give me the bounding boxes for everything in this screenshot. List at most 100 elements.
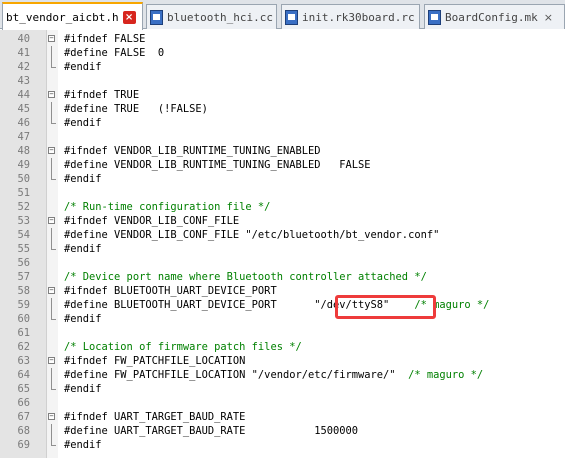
- code-text: /* Device port name where Bluetooth cont…: [64, 270, 427, 284]
- code-text: #endif: [64, 172, 102, 186]
- line-number: 61: [17, 327, 30, 339]
- code-text: #define UART_TARGET_BAUD_RATE 1500000: [64, 424, 358, 438]
- code-line[interactable]: 41 #define FALSE 0: [0, 46, 565, 60]
- code-line[interactable]: 67 #ifndef UART_TARGET_BAUD_RATE: [0, 410, 565, 424]
- tab-init-rk30board[interactable]: init.rk30board.rc ×: [281, 4, 420, 29]
- line-number: 49: [17, 159, 30, 171]
- code-token: #ifndef BLUETOOTH_UART_DEVICE_PORT: [64, 285, 277, 297]
- code-line[interactable]: 65 #endif: [0, 382, 565, 396]
- code-line[interactable]: 59 #define BLUETOOTH_UART_DEVICE_PORT "/d…: [0, 298, 565, 312]
- close-icon[interactable]: ×: [544, 11, 553, 24]
- line-number: 63: [17, 355, 30, 367]
- fold-guide: [51, 102, 52, 116]
- code-line[interactable]: 43: [0, 74, 565, 88]
- code-line[interactable]: 55 #endif: [0, 242, 565, 256]
- fold-toggle-icon[interactable]: [48, 91, 55, 98]
- tab-label: BoardConfig.mk: [445, 10, 538, 24]
- fold-guide: [51, 368, 52, 382]
- code-text: #define FALSE 0: [64, 46, 164, 60]
- code-line[interactable]: 60 #endif: [0, 312, 565, 326]
- line-number: 66: [17, 397, 30, 409]
- code-text: #define VENDOR_LIB_RUNTIME_TUNING_ENABLE…: [64, 158, 371, 172]
- code-token: #ifndef TRUE: [64, 89, 140, 101]
- code-token: #endif: [64, 173, 102, 185]
- code-line[interactable]: 44 #ifndef TRUE: [0, 88, 565, 102]
- code-line[interactable]: 50 #endif: [0, 172, 565, 186]
- file-icon: [428, 9, 441, 25]
- code-token: #endif: [64, 383, 102, 395]
- code-text: #ifndef VENDOR_LIB_CONF_FILE: [64, 214, 239, 228]
- code-editor[interactable]: 40 #ifndef FALSE 41 #define FALSE 0 42 #endif…: [0, 30, 565, 458]
- tab-boardconfig[interactable]: BoardConfig.mk ×: [424, 4, 565, 29]
- line-number: 51: [17, 187, 30, 199]
- line-number: 40: [17, 33, 30, 45]
- code-line[interactable]: 64 #define FW_PATCHFILE_LOCATION "/vendor…: [0, 368, 565, 382]
- line-number: 44: [17, 89, 30, 101]
- line-number: 50: [17, 173, 30, 185]
- file-icon: [150, 9, 163, 25]
- code-line[interactable]: 47: [0, 130, 565, 144]
- code-line[interactable]: 51: [0, 186, 565, 200]
- fold-end-mark: [51, 179, 56, 180]
- code-text: #ifndef FW_PATCHFILE_LOCATION: [64, 354, 245, 368]
- code-token: #define VENDOR_LIB_CONF_FILE "/etc/bluet…: [64, 229, 440, 241]
- code-token: #define UART_TARGET_BAUD_RATE 1500000: [64, 425, 359, 437]
- tab-bt-vendor-aicbt[interactable]: bt_vendor_aicbt.h ×: [2, 2, 143, 30]
- line-number: 53: [17, 215, 30, 227]
- code-comment: /* Run-time configuration file */: [64, 201, 271, 213]
- code-line[interactable]: 54 #define VENDOR_LIB_CONF_FILE "/etc/blu…: [0, 228, 565, 242]
- code-line[interactable]: 62 /* Location of firmware patch files */: [0, 340, 565, 354]
- code-text: #endif: [64, 60, 102, 74]
- code-text: #ifndef BLUETOOTH_UART_DEVICE_PORT: [64, 284, 277, 298]
- code-line[interactable]: 69 #endif: [0, 438, 565, 452]
- code-line[interactable]: 57 /* Device port name where Bluetooth co…: [0, 270, 565, 284]
- code-token: #endif: [64, 313, 102, 325]
- code-line[interactable]: 53 #ifndef VENDOR_LIB_CONF_FILE: [0, 214, 565, 228]
- code-text: #endif: [64, 438, 102, 452]
- fold-toggle-icon[interactable]: [48, 413, 55, 420]
- close-icon[interactable]: ×: [122, 10, 136, 24]
- code-token: #ifndef FALSE: [64, 33, 146, 45]
- code-line[interactable]: 61: [0, 326, 565, 340]
- code-line[interactable]: 66: [0, 396, 565, 410]
- line-number: 42: [17, 61, 30, 73]
- code-line[interactable]: 52 /* Run-time configuration file */: [0, 200, 565, 214]
- line-number: 52: [17, 201, 30, 213]
- tab-label: bluetooth_hci.cc: [167, 10, 273, 24]
- fold-end-mark: [51, 445, 56, 446]
- code-line[interactable]: 48 #ifndef VENDOR_LIB_RUNTIME_TUNING_ENAB…: [0, 144, 565, 158]
- tab-bluetooth-hci[interactable]: bluetooth_hci.cc ×: [146, 4, 277, 29]
- fold-toggle-icon[interactable]: [48, 287, 55, 294]
- code-token: #define FW_PATCHFILE_LOCATION "/vendor/e…: [64, 369, 409, 381]
- fold-toggle-icon[interactable]: [48, 217, 55, 224]
- line-number: 45: [17, 103, 30, 115]
- code-text: #endif: [64, 242, 102, 256]
- fold-toggle-icon[interactable]: [48, 35, 55, 42]
- code-line[interactable]: 63 #ifndef FW_PATCHFILE_LOCATION: [0, 354, 565, 368]
- code-line[interactable]: 42 #endif: [0, 60, 565, 74]
- line-number: 56: [17, 257, 30, 269]
- line-number: 68: [17, 425, 30, 437]
- fold-guide: [51, 424, 52, 438]
- code-line[interactable]: 45 #define TRUE (!FALSE): [0, 102, 565, 116]
- code-token: #endif: [64, 61, 102, 73]
- code-line[interactable]: 58 #ifndef BLUETOOTH_UART_DEVICE_PORT: [0, 284, 565, 298]
- line-number: 48: [17, 145, 30, 157]
- line-number: 59: [17, 299, 30, 311]
- code-line[interactable]: 46 #endif: [0, 116, 565, 130]
- code-token: #ifndef VENDOR_LIB_RUNTIME_TUNING_ENABLE…: [64, 145, 321, 157]
- code-token: #endif: [64, 243, 102, 255]
- line-number: 69: [17, 439, 30, 451]
- code-line[interactable]: 49 #define VENDOR_LIB_RUNTIME_TUNING_ENAB…: [0, 158, 565, 172]
- code-token: #endif: [64, 439, 102, 451]
- fold-end-mark: [51, 123, 56, 124]
- fold-end-mark: [51, 319, 56, 320]
- code-token: #ifndef VENDOR_LIB_CONF_FILE: [64, 215, 240, 227]
- code-line[interactable]: 56: [0, 256, 565, 270]
- fold-toggle-icon[interactable]: [48, 147, 55, 154]
- code-line[interactable]: 40 #ifndef FALSE: [0, 32, 565, 46]
- line-number: 46: [17, 117, 30, 129]
- code-line[interactable]: 68 #define UART_TARGET_BAUD_RATE 1500000: [0, 424, 565, 438]
- fold-toggle-icon[interactable]: [48, 357, 55, 364]
- line-number: 65: [17, 383, 30, 395]
